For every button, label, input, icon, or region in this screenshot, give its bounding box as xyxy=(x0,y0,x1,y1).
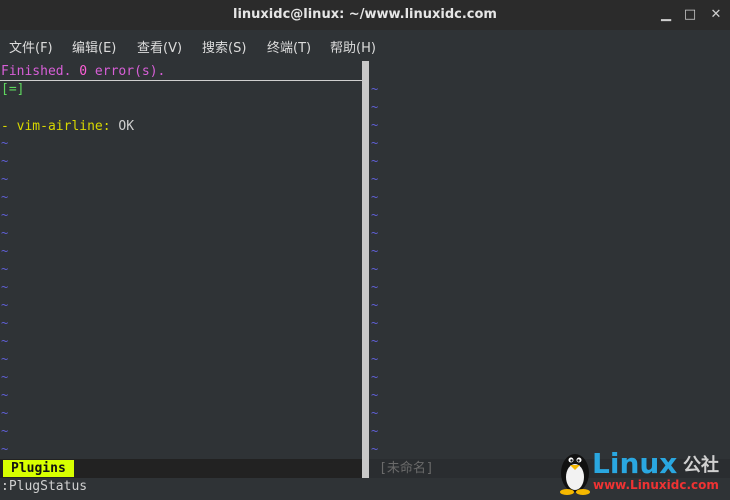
empty-line-tilde: ~ xyxy=(371,370,379,384)
empty-line-tilde: ~ xyxy=(371,334,379,348)
empty-line-tilde: ~ xyxy=(1,298,9,312)
menu-item-search[interactable]: 搜索(S) xyxy=(202,37,246,56)
menu-bar: 文件(F) 编辑(E) 查看(V) 搜索(S) 终端(T) 帮助(H) xyxy=(0,30,730,61)
empty-line-tilde: ~ xyxy=(371,154,379,168)
window-title: linuxidc@linux: ~/www.linuxidc.com xyxy=(233,7,497,22)
empty-line-tilde: ~ xyxy=(1,424,9,438)
empty-line-tilde: ~ xyxy=(371,244,379,258)
empty-line-tilde: ~ xyxy=(371,190,379,204)
empty-line-tilde: ~ xyxy=(371,82,379,96)
empty-line-tilde: ~ xyxy=(1,442,9,456)
plugin-status: OK xyxy=(110,119,135,134)
empty-line-tilde: ~ xyxy=(1,226,9,240)
empty-line-tilde: ~ xyxy=(1,406,9,420)
terminal-area[interactable]: Finished. 0 error(s). [=] - vim-airline:… xyxy=(0,61,730,496)
empty-line-tilde: ~ xyxy=(371,298,379,312)
empty-line-tilde: ~ xyxy=(371,226,379,240)
empty-line-tilde: ~ xyxy=(371,442,379,456)
empty-line-tilde: ~ xyxy=(1,262,9,276)
empty-line-tilde: ~ xyxy=(371,406,379,420)
watermark-brand: Linux xyxy=(592,447,678,480)
empty-line-tilde: ~ xyxy=(371,118,379,132)
plugin-name: vim-airline: xyxy=(16,119,111,134)
empty-line-tilde: ~ xyxy=(1,352,9,366)
vertical-split-divider[interactable] xyxy=(362,61,369,478)
empty-line-tilde: ~ xyxy=(371,172,379,186)
title-bar: linuxidc@linux: ~/www.linuxidc.com ▁ □ ✕ xyxy=(0,0,730,30)
buffer-name: [未命名] xyxy=(379,461,434,476)
empty-line-tilde: ~ xyxy=(1,244,9,258)
watermark-url: www.Linuxidc.com xyxy=(593,478,719,492)
empty-line-tilde: ~ xyxy=(1,172,9,186)
vim-left-pane[interactable]: Finished. 0 error(s). [=] - vim-airline:… xyxy=(0,61,362,457)
plugin-status-row: - vim-airline: OK xyxy=(1,119,135,134)
left-statusline: Plugins xyxy=(0,459,362,478)
menu-item-file[interactable]: 文件(F) xyxy=(9,37,53,56)
empty-line-tilde: ~ xyxy=(1,154,9,168)
maximize-icon[interactable]: □ xyxy=(680,5,700,25)
menu-item-help[interactable]: 帮助(H) xyxy=(330,37,376,56)
empty-line-tilde: ~ xyxy=(1,190,9,204)
empty-line-tilde: ~ xyxy=(371,424,379,438)
finished-line: Finished. 0 error(s). xyxy=(0,64,362,81)
empty-line-tilde: ~ xyxy=(1,136,9,150)
empty-line-tilde: ~ xyxy=(371,280,379,294)
menu-item-view[interactable]: 查看(V) xyxy=(137,37,182,56)
empty-line-tilde: ~ xyxy=(371,136,379,150)
empty-line-tilde: ~ xyxy=(1,370,9,384)
empty-line-tilde: ~ xyxy=(371,208,379,222)
empty-line-tilde: ~ xyxy=(1,388,9,402)
error-count: 0 xyxy=(79,64,88,79)
empty-line-tilde: ~ xyxy=(1,316,9,330)
vim-right-pane[interactable]: ~ ~ ~ ~ ~ ~ ~ ~ ~ ~ ~ ~ ~ ~ ~ ~ ~ ~ ~ ~ … xyxy=(369,61,730,457)
close-icon[interactable]: ✕ xyxy=(706,5,726,25)
linux-watermark-logo: Linux 公社 www.Linuxidc.com xyxy=(555,445,730,496)
empty-line-tilde: ~ xyxy=(371,352,379,366)
finished-message: Finished. 0 error(s). xyxy=(1,64,166,79)
menu-item-edit[interactable]: 编辑(E) xyxy=(72,37,116,56)
empty-line-tilde: ~ xyxy=(1,280,9,294)
empty-line-tilde: ~ xyxy=(1,208,9,222)
empty-line-tilde: ~ xyxy=(371,262,379,276)
menu-item-terminal[interactable]: 终端(T) xyxy=(267,37,311,56)
plugins-tag: Plugins xyxy=(3,460,74,477)
watermark-suffix: 公社 xyxy=(683,455,719,476)
minimize-icon[interactable]: ▁ xyxy=(656,5,676,25)
progress-bar-text: [=] xyxy=(1,82,25,97)
empty-line-tilde: ~ xyxy=(371,388,379,402)
empty-line-tilde: ~ xyxy=(1,334,9,348)
empty-line-tilde: ~ xyxy=(371,316,379,330)
empty-line-tilde: ~ xyxy=(371,100,379,114)
command-line[interactable]: :PlugStatus xyxy=(1,478,87,496)
